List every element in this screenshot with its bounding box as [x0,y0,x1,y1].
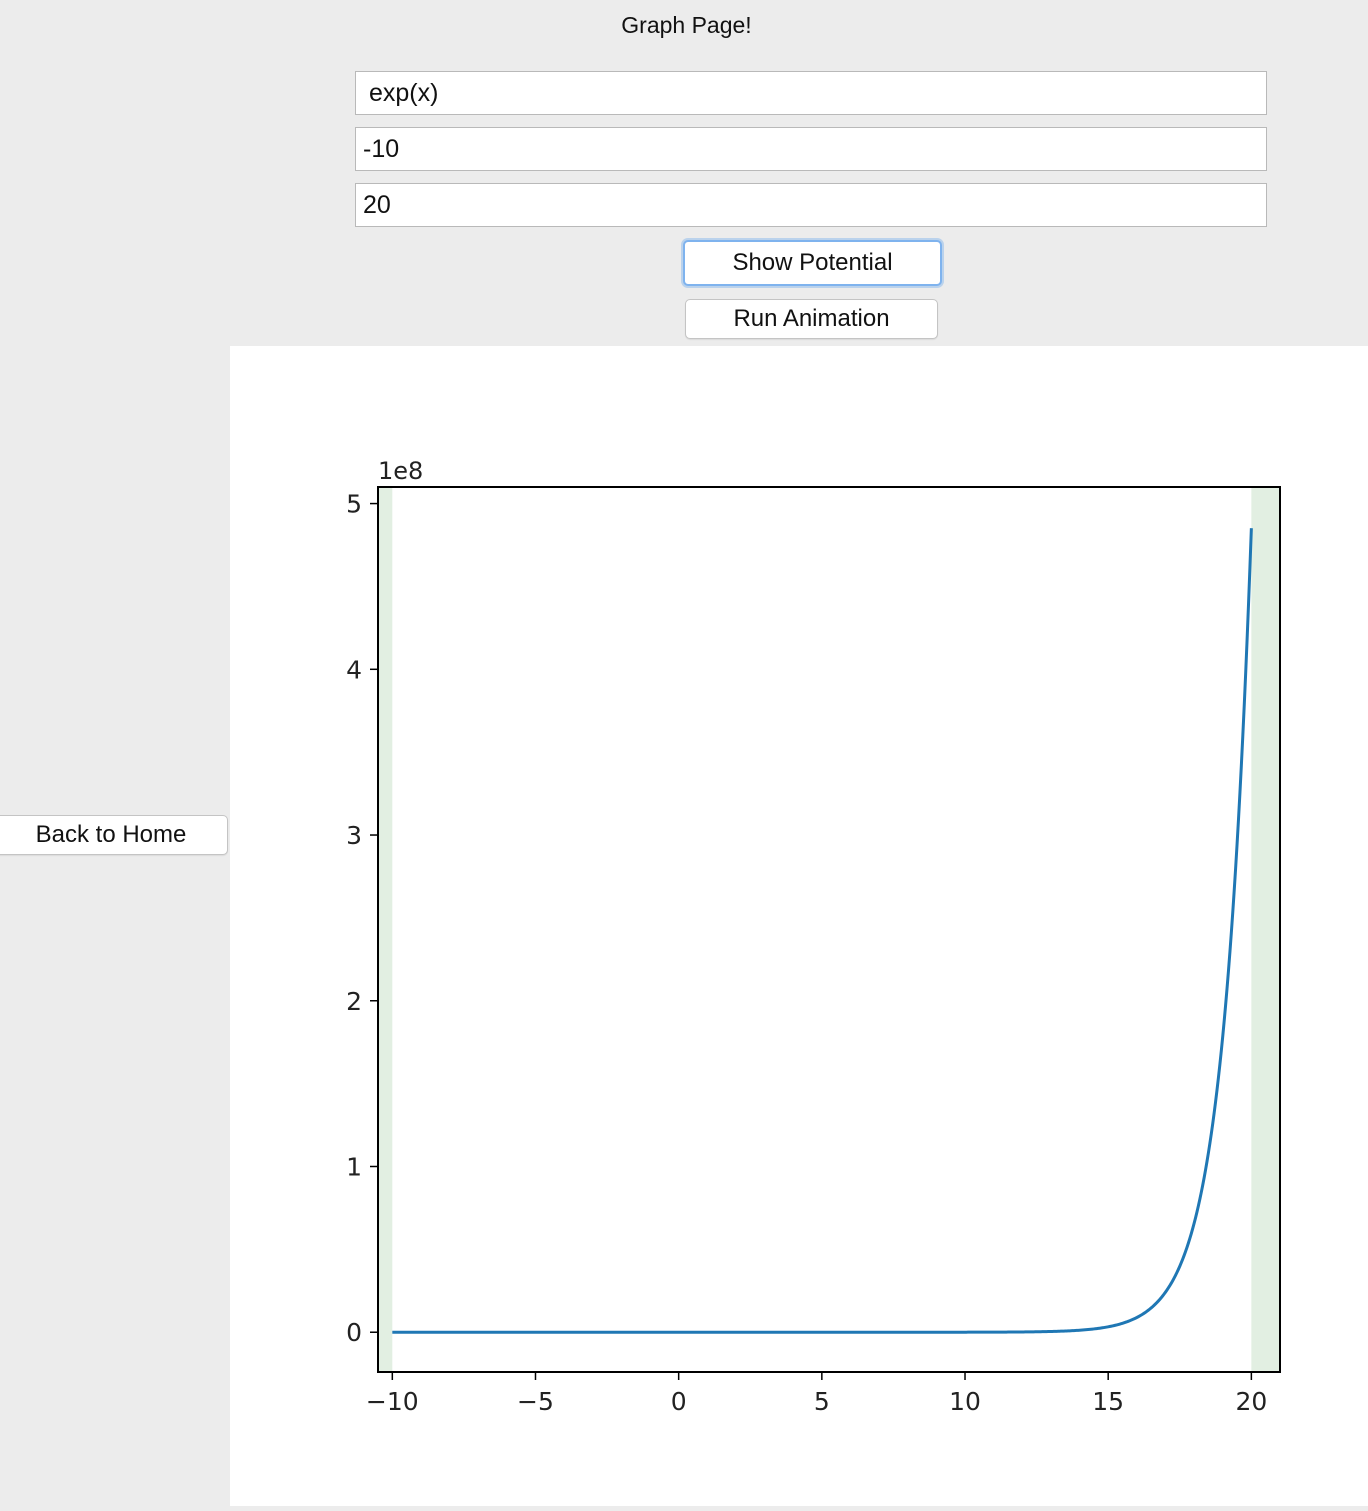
run-animation-button[interactable]: Run Animation [685,299,938,339]
shaded-region-1 [378,487,393,1372]
plot-canvas: −10 −5 0 5 10 15 20 0 1 2 3 4 5 1e8 [230,346,1368,1506]
x-min-input[interactable] [355,127,1267,171]
potential-chart: −10 −5 0 5 10 15 20 0 1 2 3 4 5 1e8 [346,457,1281,1416]
page-title: Graph Page! [621,12,752,38]
y-tick-label: 5 [346,490,362,519]
y-tick-label: 2 [346,987,362,1016]
show-potential-button[interactable]: Show Potential [683,240,942,286]
x-tick-label: 15 [1092,1387,1124,1416]
y-offset-label: 1e8 [378,457,423,485]
x-tick-label: −10 [366,1387,419,1416]
shaded-region-2 [1251,487,1280,1372]
y-tick-label: 0 [346,1318,362,1347]
series-line [392,528,1253,1334]
y-tick-label: 3 [346,821,362,850]
x-tick-label: 20 [1235,1387,1267,1416]
x-tick-label: 0 [671,1387,687,1416]
x-tick-label: 10 [949,1387,981,1416]
y-tick-label: 1 [346,1152,362,1181]
function-input[interactable] [355,71,1267,115]
x-tick-label: −5 [517,1387,554,1416]
plot-frame [377,486,1281,1373]
x-max-input[interactable] [355,183,1267,227]
y-tick-label: 4 [346,655,362,684]
back-to-home-button[interactable]: Back to Home [0,815,228,855]
x-tick-label: 5 [814,1387,830,1416]
